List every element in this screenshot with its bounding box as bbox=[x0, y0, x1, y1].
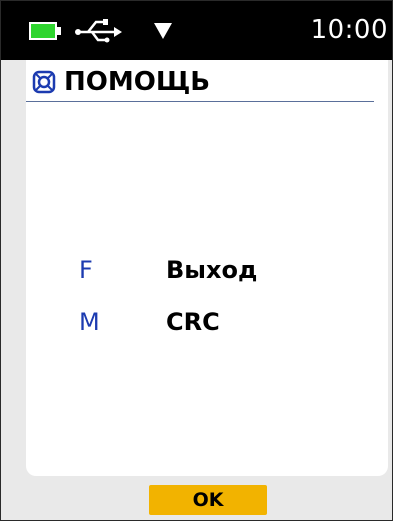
key-action: Выход bbox=[166, 256, 258, 284]
clock: 10:00 bbox=[310, 15, 388, 45]
ok-button[interactable]: OK bbox=[149, 485, 267, 515]
device-screen: 10:00 ПОМОЩЬ F Выход M CRC OK bbox=[0, 0, 393, 521]
key-letter: M bbox=[79, 308, 100, 336]
header-divider bbox=[26, 101, 374, 102]
key-row-crc: M CRC bbox=[26, 305, 388, 339]
key-action: CRC bbox=[166, 308, 220, 336]
key-row-exit: F Выход bbox=[26, 253, 388, 287]
key-letter: F bbox=[79, 256, 93, 284]
lifebuoy-icon bbox=[32, 70, 56, 94]
usb-icon bbox=[75, 19, 122, 43]
status-bar: 10:00 bbox=[1, 1, 392, 60]
help-header: ПОМОЩЬ bbox=[26, 60, 388, 104]
battery-icon bbox=[29, 22, 61, 40]
page-title: ПОМОЩЬ bbox=[64, 67, 211, 97]
signal-icon bbox=[154, 23, 172, 39]
content-panel: ПОМОЩЬ F Выход M CRC bbox=[26, 60, 388, 476]
